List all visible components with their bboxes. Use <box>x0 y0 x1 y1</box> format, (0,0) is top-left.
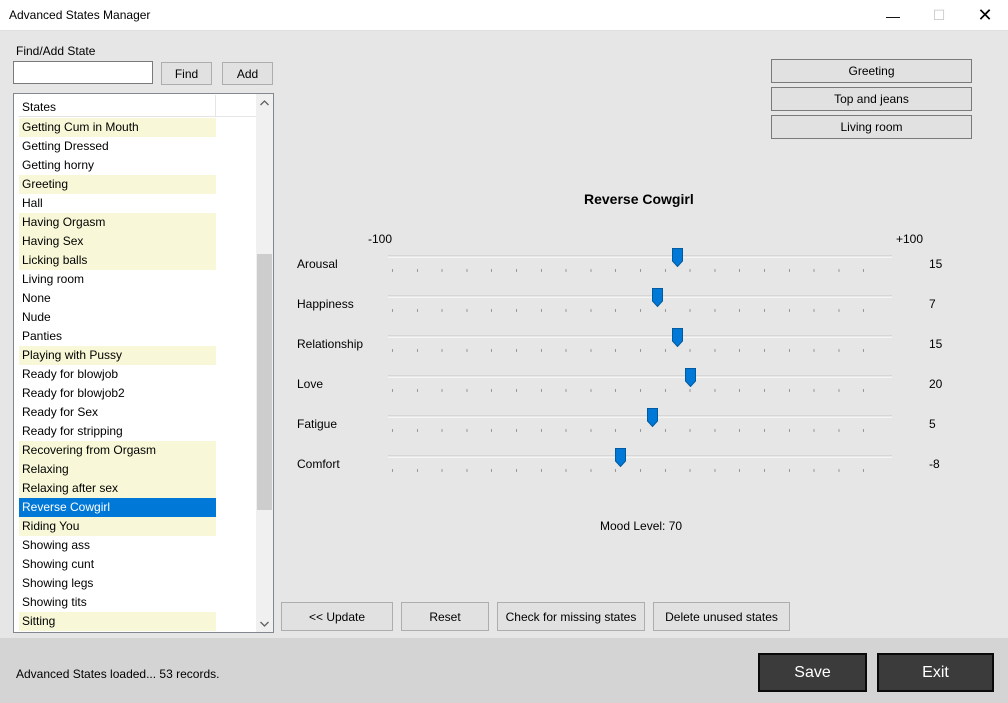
check-missing-states-button[interactable]: Check for missing states <box>497 602 645 631</box>
state-list-item[interactable]: Getting horny <box>19 156 216 175</box>
slider-track[interactable] <box>388 415 892 418</box>
slider-track[interactable] <box>388 295 892 298</box>
slider-value: 5 <box>929 417 936 431</box>
save-button[interactable]: Save <box>758 653 867 692</box>
add-button[interactable]: Add <box>222 62 273 85</box>
close-button[interactable]: ✕ <box>962 0 1008 31</box>
minimize-icon: — <box>886 7 900 24</box>
slider-label: Love <box>297 377 324 391</box>
range-max-label: +100 <box>896 232 924 246</box>
slider-value: 15 <box>929 337 943 351</box>
slider-label: Comfort <box>297 457 340 471</box>
quick-button-greeting[interactable]: Greeting <box>771 59 972 83</box>
status-text: Advanced States loaded... 53 records. <box>16 667 220 681</box>
slider-ticks <box>392 309 888 312</box>
slider-thumb[interactable] <box>672 248 684 268</box>
mood-level: Mood Level: 70 <box>600 519 683 533</box>
update-button[interactable]: << Update <box>281 602 393 631</box>
states-column-header[interactable]: States <box>18 95 216 117</box>
slider-value: -8 <box>929 457 940 471</box>
slider-row-happiness: Happiness 7 <box>0 288 1008 315</box>
footer-bar: Advanced States loaded... 53 records. Sa… <box>0 638 1008 703</box>
slider-track[interactable] <box>388 255 892 258</box>
state-list-item[interactable]: Showing ass <box>19 536 216 555</box>
close-icon: ✕ <box>977 5 993 25</box>
slider-value: 20 <box>929 377 943 391</box>
slider-ticks <box>392 349 888 352</box>
scroll-up-icon[interactable] <box>256 94 273 111</box>
slider-track[interactable] <box>388 335 892 338</box>
slider-row-arousal: Arousal 15 <box>0 248 1008 275</box>
state-list-item[interactable]: Reverse Cowgirl <box>19 498 216 517</box>
quick-button-top-and-jeans[interactable]: Top and jeans <box>771 87 972 111</box>
slider-row-relationship: Relationship 15 <box>0 328 1008 355</box>
slider-ticks <box>392 269 888 272</box>
find-add-label: Find/Add State <box>16 44 96 58</box>
main-panel: Find/Add State Find Add States Getting C… <box>0 31 1008 638</box>
slider-ticks <box>392 429 888 432</box>
state-list-item[interactable]: Getting Cum in Mouth <box>19 118 216 137</box>
maximize-icon: ☐ <box>932 7 946 23</box>
window-title: Advanced States Manager <box>9 8 151 22</box>
slider-ticks <box>392 469 888 472</box>
slider-thumb[interactable] <box>672 328 684 348</box>
slider-value: 15 <box>929 257 943 271</box>
slider-track[interactable] <box>388 455 892 458</box>
exit-button[interactable]: Exit <box>877 653 994 692</box>
slider-thumb[interactable] <box>647 408 659 428</box>
find-button[interactable]: Find <box>161 62 212 85</box>
state-list-item[interactable]: Hall <box>19 194 216 213</box>
slider-row-comfort: Comfort -8 <box>0 448 1008 475</box>
slider-track[interactable] <box>388 375 892 378</box>
slider-thumb[interactable] <box>684 368 696 388</box>
find-add-input[interactable] <box>13 61 153 84</box>
state-list-item[interactable]: Getting Dressed <box>19 137 216 156</box>
slider-thumb[interactable] <box>652 288 664 308</box>
slider-label: Relationship <box>297 337 364 351</box>
quick-button-living-room[interactable]: Living room <box>771 115 972 139</box>
title-bar: Advanced States Manager — ☐ ✕ <box>0 0 1008 31</box>
slider-label: Fatigue <box>297 417 338 431</box>
slider-value: 7 <box>929 297 936 311</box>
slider-ticks <box>392 389 888 392</box>
state-list-item[interactable]: Riding You <box>19 517 216 536</box>
states-listbox[interactable]: States Getting Cum in Mouth Getting Dress… <box>13 93 274 633</box>
state-list-item[interactable]: Greeting <box>19 175 216 194</box>
state-list-item[interactable]: Having Orgasm <box>19 213 216 232</box>
state-list-item[interactable]: Showing tits <box>19 593 216 612</box>
state-list-item[interactable]: Showing legs <box>19 574 216 593</box>
slider-row-fatigue: Fatigue 5 <box>0 408 1008 435</box>
delete-unused-states-button[interactable]: Delete unused states <box>653 602 790 631</box>
maximize-button[interactable]: ☐ <box>916 0 962 31</box>
state-title: Reverse Cowgirl <box>584 191 694 207</box>
state-list-item[interactable]: Showing cunt <box>19 555 216 574</box>
minimize-button[interactable]: — <box>870 0 916 31</box>
states-header-filler <box>216 95 256 117</box>
range-min-label: -100 <box>368 232 393 246</box>
states-scrollbar[interactable] <box>256 94 273 632</box>
slider-thumb[interactable] <box>615 448 627 468</box>
state-list-item[interactable]: Having Sex <box>19 232 216 251</box>
reset-button[interactable]: Reset <box>401 602 489 631</box>
slider-row-love: Love 20 <box>0 368 1008 395</box>
state-list-item[interactable]: Sitting <box>19 612 216 631</box>
slider-label: Arousal <box>297 257 338 271</box>
slider-label: Happiness <box>297 297 354 311</box>
scroll-down-icon[interactable] <box>256 615 273 632</box>
state-list-item[interactable]: Relaxing after sex <box>19 479 216 498</box>
